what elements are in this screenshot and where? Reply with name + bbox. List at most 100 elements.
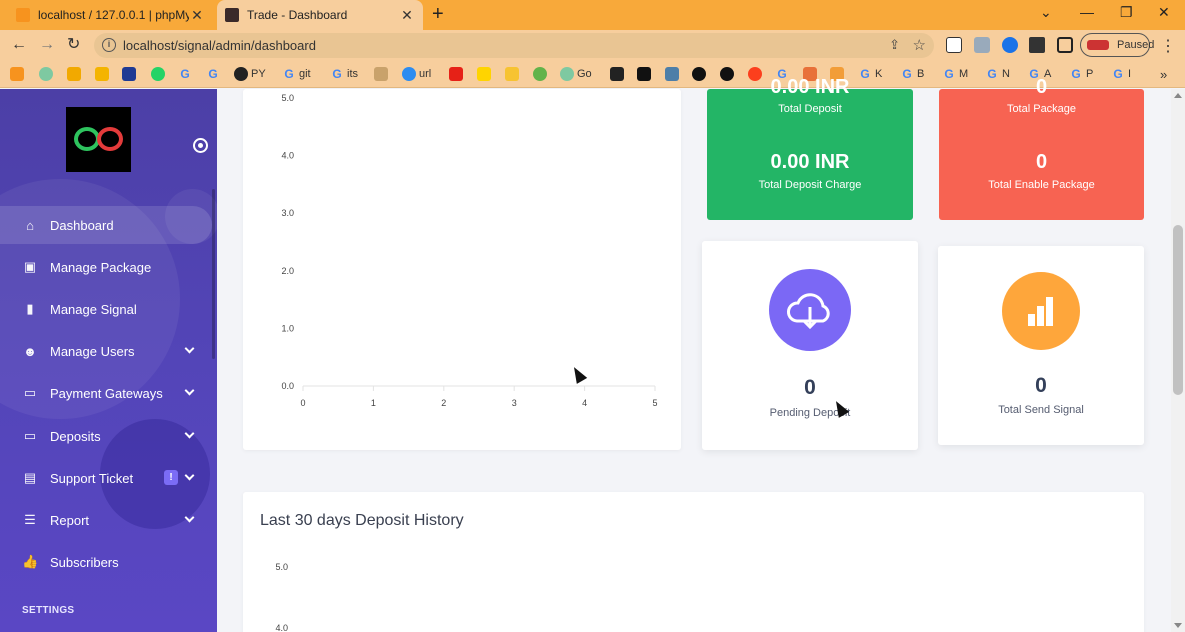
bookmark-item[interactable] <box>533 66 550 82</box>
y-tick-label: 4.0 <box>281 151 294 161</box>
sidebar-item-report[interactable]: ☰ Report <box>0 501 212 539</box>
y-tick-label: 5.0 <box>281 93 294 103</box>
bookmark-item[interactable] <box>10 66 27 82</box>
bookmark-item[interactable] <box>477 66 494 82</box>
whatsapp-icon <box>151 67 165 81</box>
brand-logo[interactable] <box>66 107 131 172</box>
new-tab-plus-icon[interactable]: + <box>432 4 444 24</box>
bookmark-item[interactable]: G <box>206 66 223 82</box>
sidebar-toggle-icon[interactable] <box>193 138 208 153</box>
address-bar-row: ← → ↻ i localhost/signal/admin/dashboard… <box>0 30 1185 61</box>
bookmark-favicon-icon <box>122 67 136 81</box>
package-icon: ▣ <box>23 259 37 274</box>
bookmark-item[interactable] <box>122 66 139 82</box>
bookmark-item[interactable] <box>505 66 522 82</box>
wallet-icon: ▭ <box>23 428 37 443</box>
bookmark-item[interactable]: Ggit <box>282 66 310 82</box>
sidebar-item-payment-gateways[interactable]: ▭ Payment Gateways <box>0 374 212 412</box>
sidebar-item-label: Manage Signal <box>50 301 137 317</box>
profile-paused-button[interactable]: Paused <box>1080 33 1154 57</box>
profile-avatar-icon <box>1087 40 1109 50</box>
sidebar-scrollbar[interactable] <box>212 189 215 359</box>
close-tab-icon[interactable]: ✕ <box>399 7 415 24</box>
bookmark-item[interactable]: PY <box>234 66 266 82</box>
bookmark-item[interactable]: url <box>402 66 431 82</box>
total-send-signal-label: Total Send Signal <box>998 404 1084 416</box>
bookmark-item[interactable] <box>449 66 466 82</box>
back-arrow-icon[interactable]: ← <box>11 36 27 54</box>
tab-trade-dashboard[interactable]: Trade - Dashboard ✕ <box>217 0 423 30</box>
bookmark-favicon-icon <box>39 67 53 81</box>
x-tick-label: 3 <box>512 398 517 408</box>
browser-menu-icon[interactable]: ⋮ <box>1160 36 1176 56</box>
sidebar-item-label: Manage Package <box>50 259 152 275</box>
tab-search-chevron-icon[interactable]: ⌄ <box>1040 4 1052 21</box>
sidebar-item-deposits[interactable]: ▭ Deposits <box>0 417 212 455</box>
sidebar-item-dashboard[interactable]: ⌂ Dashboard <box>0 206 212 244</box>
chevron-down-icon <box>184 428 195 439</box>
scroll-up-arrow-icon[interactable] <box>1174 93 1182 98</box>
panda-extension-icon[interactable] <box>946 37 962 53</box>
sidebar-item-label: Support Ticket <box>50 470 134 486</box>
paused-label: Paused <box>1117 39 1155 51</box>
side-panel-icon[interactable] <box>1057 37 1073 53</box>
deposit-history-card: Last 30 days Deposit History 4.0 5.0 <box>243 492 1144 632</box>
url-text[interactable]: localhost/signal/admin/dashboard <box>123 38 316 53</box>
reload-icon[interactable]: ↻ <box>67 36 80 54</box>
total-deposit-charge-label: Total Deposit Charge <box>758 179 862 191</box>
settings-section-label: SETTINGS <box>22 605 75 616</box>
bookmark-favicon-icon <box>533 67 547 81</box>
bookmark-item[interactable] <box>665 66 682 82</box>
bookmark-item[interactable] <box>374 66 391 82</box>
at-extension-icon[interactable] <box>1002 37 1018 53</box>
total-send-signal-card[interactable]: 0 Total Send Signal <box>938 246 1144 445</box>
close-tab-icon[interactable]: ✕ <box>189 7 205 24</box>
bookmark-item[interactable] <box>95 66 112 82</box>
total-deposit-value: 0.00 INR <box>770 76 850 98</box>
bookmark-item[interactable] <box>39 66 56 82</box>
pending-deposit-card[interactable]: 0 Pending Deposit <box>702 241 918 450</box>
bookmark-item[interactable] <box>151 66 168 82</box>
x-tick-label: 5 <box>652 398 657 408</box>
bookmark-item[interactable]: Gits <box>330 66 358 82</box>
total-enable-package-value: 0 <box>1035 151 1048 173</box>
share-icon[interactable]: ⇪ <box>889 37 900 53</box>
tab-phpmyadmin[interactable]: localhost / 127.0.0.1 | phpMyAdmin ✕ <box>8 0 213 30</box>
sidebar-item-label: Deposits <box>50 428 101 444</box>
sidebar-item-manage-signal[interactable]: ▮ Manage Signal <box>0 290 212 328</box>
bookmark-item[interactable] <box>67 66 84 82</box>
x-tick-label: 1 <box>371 398 376 408</box>
close-window-icon[interactable]: ✕ <box>1158 4 1170 21</box>
youtube-icon <box>449 67 463 81</box>
bookmark-item[interactable] <box>637 66 654 82</box>
google-icon: G <box>180 67 190 81</box>
tab-title: localhost / 127.0.0.1 | phpMyAdmin <box>38 8 189 22</box>
scroll-down-arrow-icon[interactable] <box>1174 623 1182 628</box>
sidebar-item-support-ticket[interactable]: ▤ Support Ticket ! <box>0 459 212 497</box>
site-info-icon[interactable]: i <box>102 38 116 52</box>
image-extension-icon[interactable] <box>974 37 990 53</box>
restore-icon[interactable]: ❐ <box>1120 4 1133 21</box>
sidebar-item-subscribers[interactable]: 👍 Subscribers <box>0 543 212 581</box>
url-omnibox[interactable]: i localhost/signal/admin/dashboard ⇪ ☆ <box>94 33 934 58</box>
bookmark-star-icon[interactable]: ☆ <box>913 36 926 54</box>
credit-card-icon: ▭ <box>23 385 37 400</box>
y-tick-label: 2.0 <box>281 266 294 276</box>
minimize-icon[interactable]: — <box>1080 4 1094 20</box>
alert-badge: ! <box>164 470 178 485</box>
bookmark-item[interactable]: G <box>178 66 195 82</box>
google-icon: G <box>332 67 342 81</box>
total-deposit-label: Total Deposit <box>778 103 842 115</box>
sidebar-item-manage-package[interactable]: ▣ Manage Package <box>0 248 212 286</box>
page-scrollbar[interactable] <box>1171 89 1185 632</box>
puzzle-extensions-icon[interactable] <box>1029 37 1045 53</box>
forward-arrow-icon[interactable]: → <box>39 36 55 54</box>
sidebar-item-manage-users[interactable]: ☻ Manage Users <box>0 332 212 370</box>
more-bookmarks-icon[interactable]: » <box>1160 66 1167 82</box>
deposit-chart-card: 0.0 1.0 2.0 3.0 4.0 5.0 0 1 2 3 4 5 <box>243 89 681 450</box>
bookmark-favicon-icon <box>95 67 109 81</box>
cloud-download-icon <box>769 269 851 351</box>
bookmark-item[interactable]: Go <box>560 66 592 82</box>
bookmark-item[interactable] <box>610 66 627 82</box>
scrollbar-thumb[interactable] <box>1173 225 1183 395</box>
